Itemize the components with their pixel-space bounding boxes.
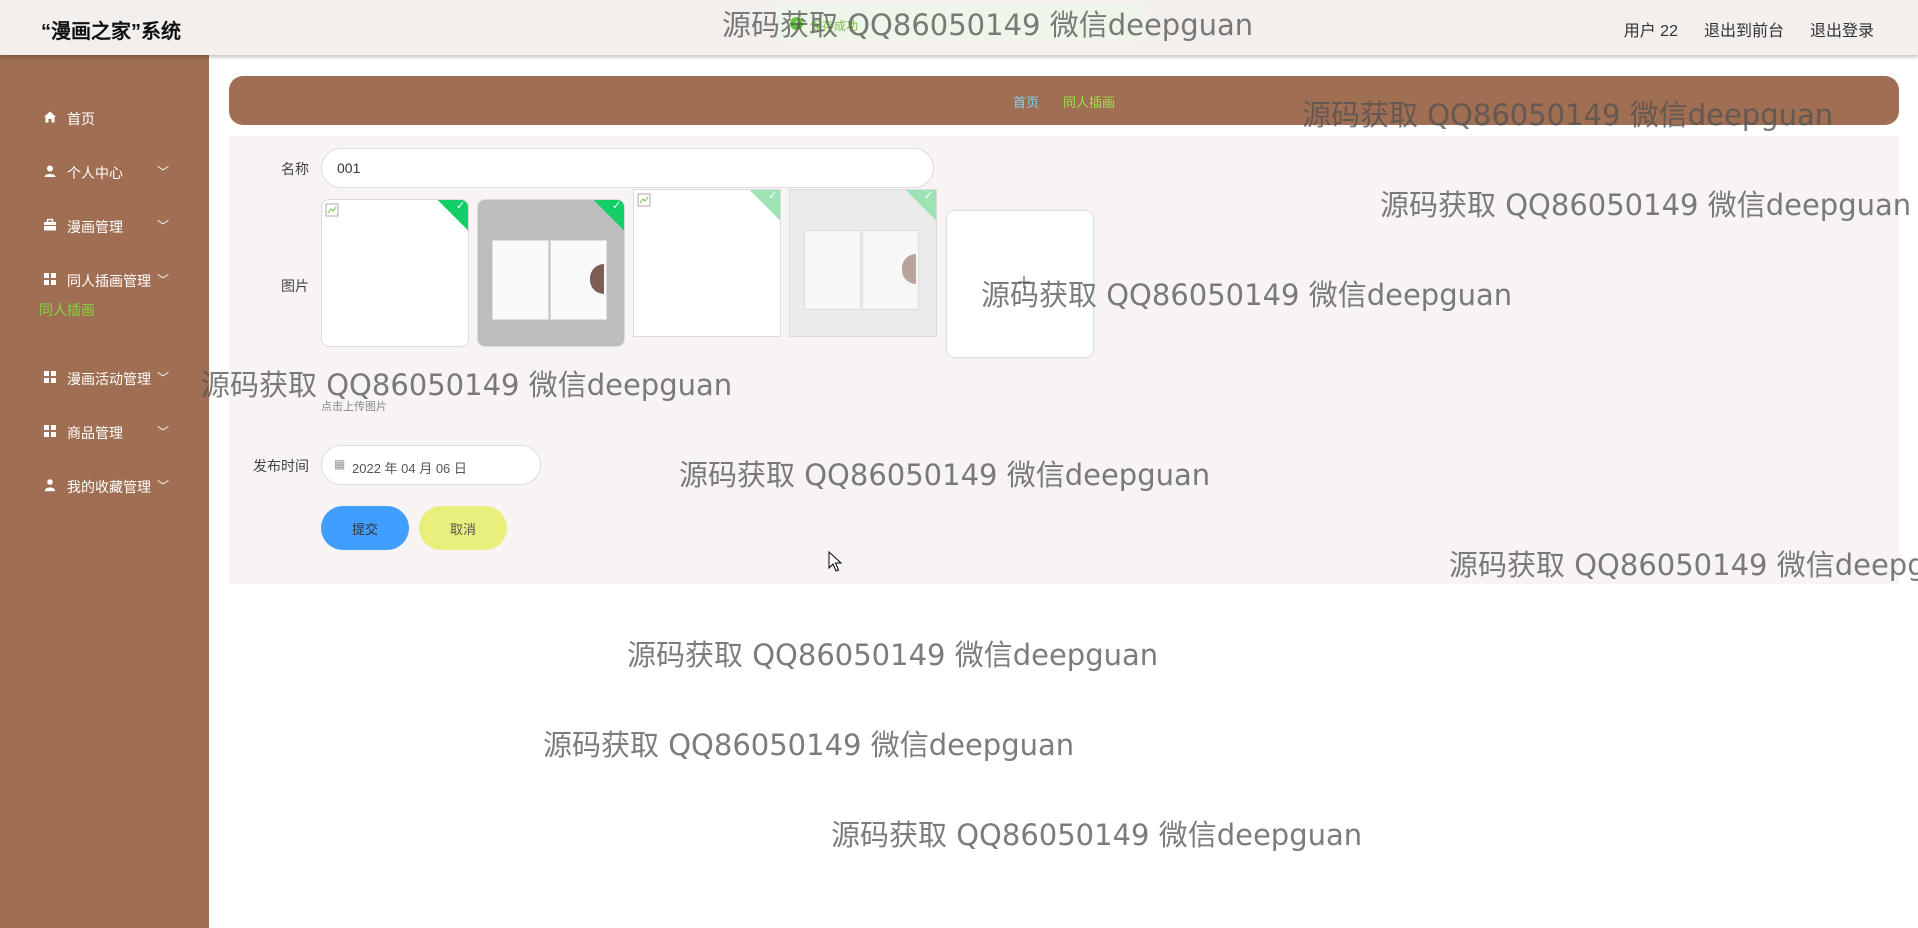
sidebar-item-label: 个人中心 xyxy=(67,165,123,181)
grid-icon xyxy=(44,425,56,437)
uploaded-image-thumbnail[interactable]: ✓ xyxy=(789,189,937,337)
watermark-text: 源码获取 QQ86050149 微信deepguan xyxy=(627,638,1159,672)
publish-date-value: 2022 年 04 月 06 日 xyxy=(352,461,467,476)
user-icon xyxy=(44,165,56,177)
chevron-down-icon: ﹀ xyxy=(157,371,170,385)
breadcrumb-current: 同人插画 xyxy=(1063,95,1116,110)
check-icon: ✓ xyxy=(768,189,778,202)
logout-link[interactable]: 退出登录 xyxy=(1810,17,1874,41)
upload-success-badge: ✓ xyxy=(592,199,624,232)
sidebar-item-personal-center[interactable]: 个人中心 ﹀ xyxy=(0,151,209,191)
exit-to-front-link[interactable]: 退出到前台 xyxy=(1704,17,1784,41)
watermark-text: 源码获取 QQ86050149 微信deepguan xyxy=(1449,548,1918,582)
watermark-text: 源码获取 QQ86050149 微信deepguan xyxy=(1302,98,1834,132)
watermark-text: 源码获取 QQ86050149 微信deepguan xyxy=(201,368,733,402)
publish-date-picker[interactable]: ▦ 2022 年 04 月 06 日 xyxy=(321,445,541,485)
broken-image-icon xyxy=(325,203,339,217)
sidebar-item-home[interactable]: 首页 xyxy=(0,97,209,137)
watermark-text: 源码获取 QQ86050149 微信deepguan xyxy=(679,458,1211,492)
grid-icon xyxy=(44,273,56,285)
image-label: 图片 xyxy=(281,278,309,294)
watermark-text: 源码获取 QQ86050149 微信deepguan xyxy=(543,728,1075,762)
chevron-down-icon: ﹀ xyxy=(157,219,170,233)
broken-image-icon xyxy=(637,193,651,207)
upload-success-badge: ✓ xyxy=(748,189,780,222)
top-right-links: 用户 22 退出到前台 退出登录 xyxy=(1624,17,1874,41)
date-label: 发布时间 xyxy=(253,458,309,474)
submit-button[interactable]: 提交 xyxy=(321,506,409,550)
sidebar-item-label: 商品管理 xyxy=(67,425,123,441)
sidebar-item-favorites-management[interactable]: 我的收藏管理 ﹀ xyxy=(0,465,209,505)
check-icon: ✓ xyxy=(924,189,934,202)
sidebar-subitem-illustration[interactable]: 同人插画 xyxy=(39,300,95,320)
watermark-text: 源码获取 QQ86050149 微信deepguan xyxy=(831,818,1363,852)
person-icon xyxy=(45,479,55,492)
sidebar-item-activity-management[interactable]: 漫画活动管理 ﹀ xyxy=(0,357,209,397)
sidebar-item-label: 漫画活动管理 xyxy=(67,371,151,387)
briefcase-icon xyxy=(44,218,56,231)
calendar-icon: ▦ xyxy=(334,457,346,471)
grid-icon xyxy=(44,371,56,383)
watermark-text: 源码获取 QQ86050149 微信deepguan xyxy=(722,8,1254,42)
cancel-button[interactable]: 取消 xyxy=(419,506,507,550)
sidebar-item-illustration-management[interactable]: 同人插画管理 ﹀ xyxy=(0,259,209,299)
chevron-down-icon: ﹀ xyxy=(157,273,170,287)
sidebar-item-label: 漫画管理 xyxy=(67,219,123,235)
watermark-text: 源码获取 QQ86050149 微信deepguan xyxy=(981,278,1513,312)
app-title: “漫画之家”系统 xyxy=(41,21,181,43)
chevron-down-icon: ﹀ xyxy=(157,425,170,439)
name-input[interactable]: 001 xyxy=(321,148,934,188)
upload-success-badge: ✓ xyxy=(904,189,936,222)
sidebar-item-label: 我的收藏管理 xyxy=(67,479,151,495)
name-label: 名称 xyxy=(281,161,309,177)
uploaded-image-thumbnail[interactable]: ✓ xyxy=(633,189,781,337)
sidebar-item-label: 首页 xyxy=(67,111,95,127)
uploaded-image-thumbnail[interactable]: ✓ xyxy=(321,199,469,347)
upload-success-badge: ✓ xyxy=(436,199,468,232)
check-icon: ✓ xyxy=(456,199,466,212)
sidebar-item-goods-management[interactable]: 商品管理 ﹀ xyxy=(0,411,209,451)
mouse-cursor-icon xyxy=(828,551,843,572)
uploaded-image-thumbnail[interactable]: ✓ xyxy=(477,199,625,347)
sidebar-item-label: 同人插画管理 xyxy=(67,273,151,289)
chevron-down-icon: ﹀ xyxy=(157,479,170,493)
watermark-text: 源码获取 QQ86050149 微信deepguan xyxy=(1380,188,1912,222)
chevron-down-icon: ﹀ xyxy=(157,165,170,179)
sidebar-item-comic-management[interactable]: 漫画管理 ﹀ xyxy=(0,205,209,245)
home-icon xyxy=(44,111,56,123)
check-icon: ✓ xyxy=(612,199,622,212)
sidebar: 首页 个人中心 ﹀ 漫画管理 ﹀ 同人插画管理 ﹀ 同人插画 漫画活动管理 ﹀ … xyxy=(0,55,209,928)
breadcrumb-home[interactable]: 首页 xyxy=(1013,95,1039,110)
product-box-image xyxy=(804,230,861,310)
current-user: 用户 22 xyxy=(1623,23,1678,40)
product-box-image xyxy=(492,240,549,320)
